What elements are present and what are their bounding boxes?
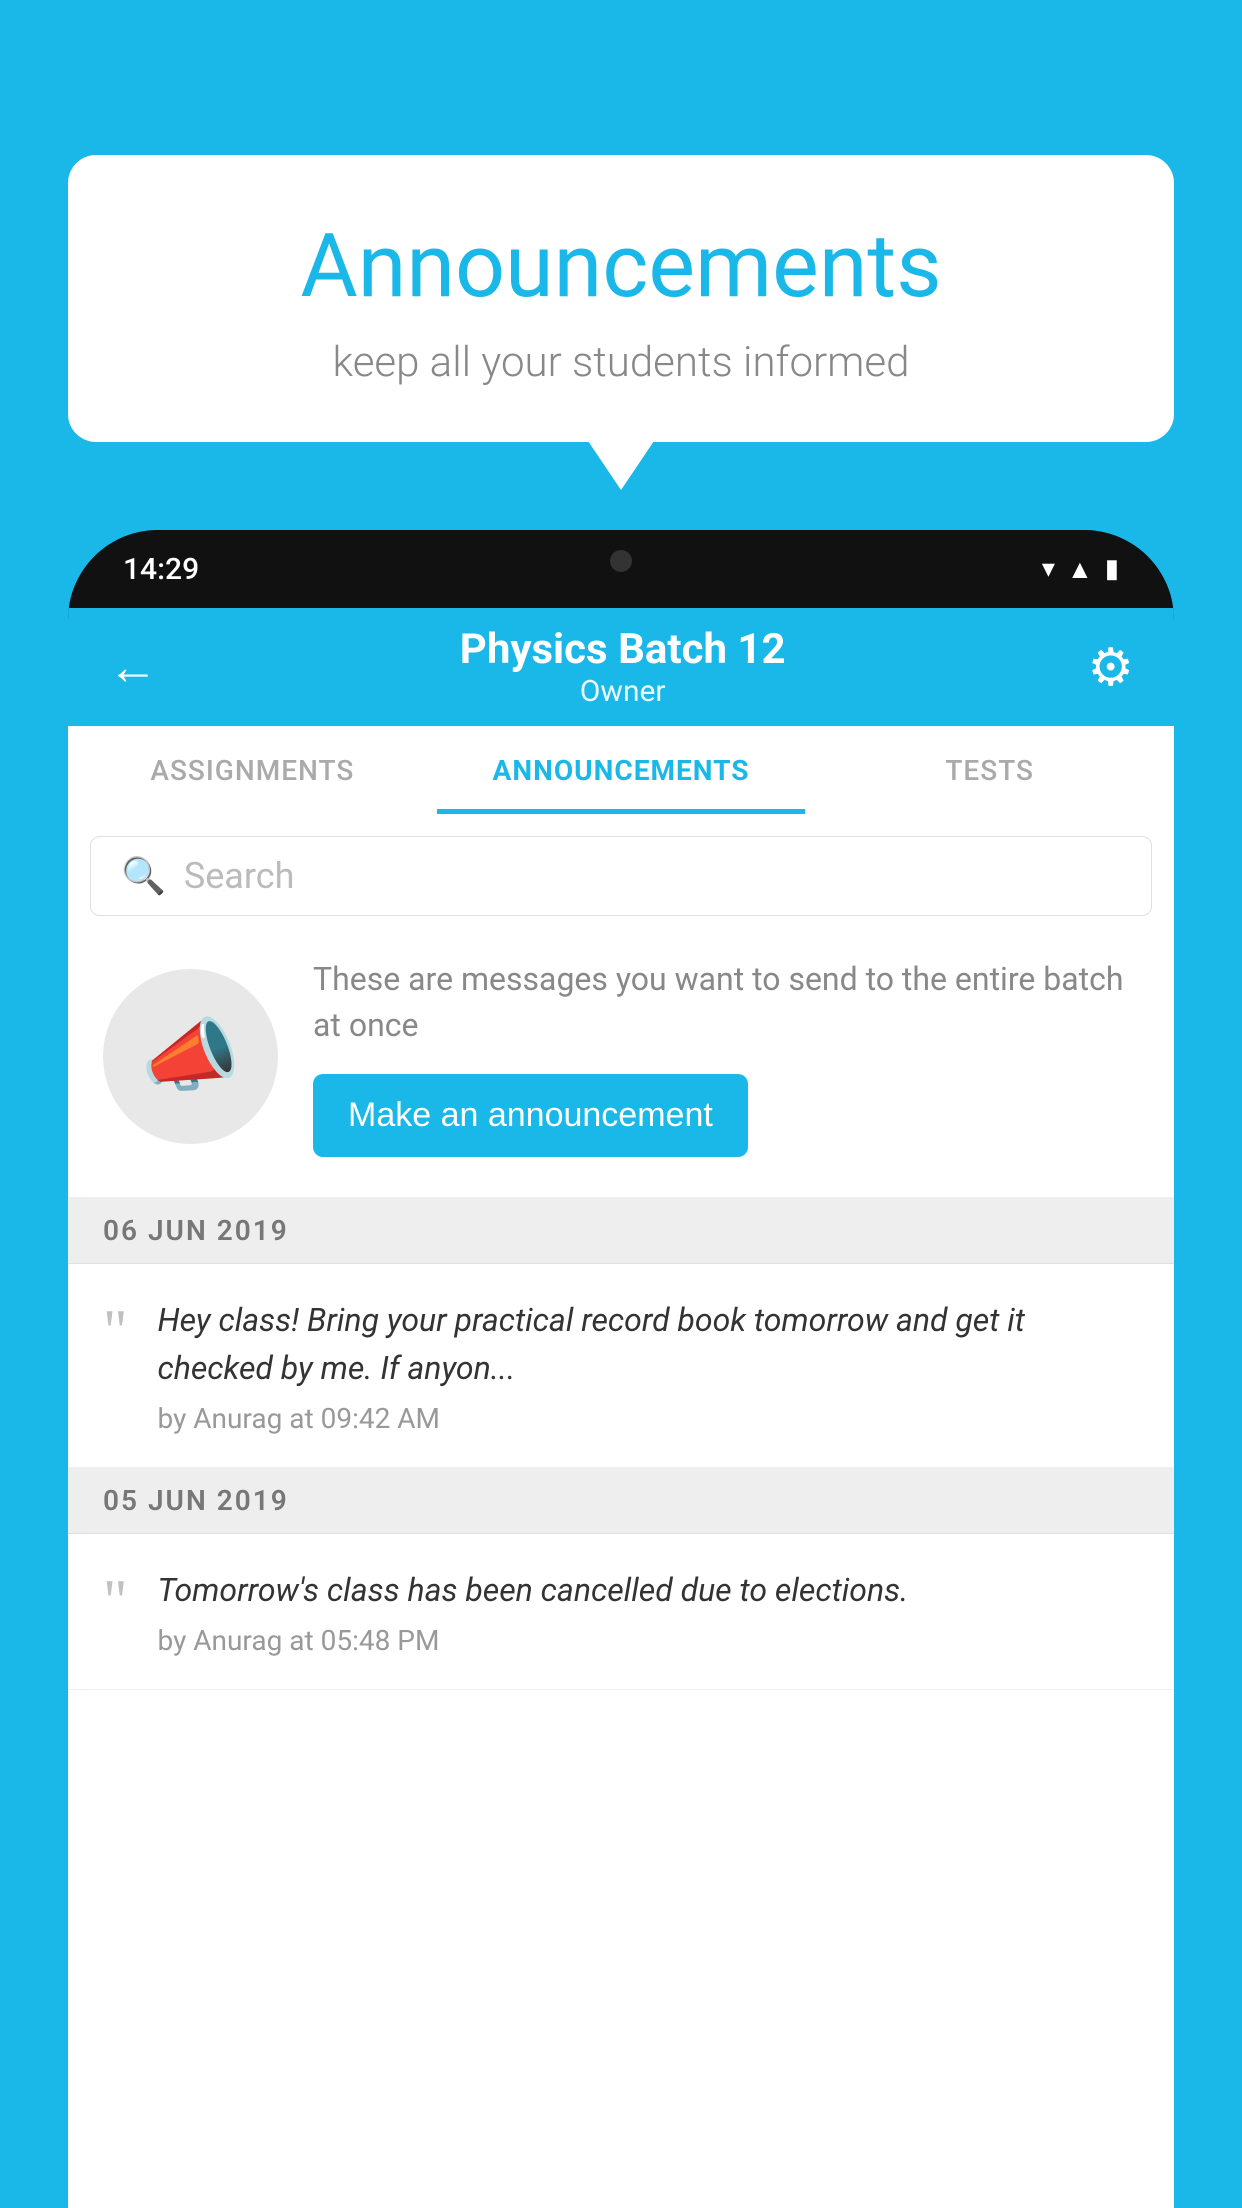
announcement-meta-2: by Anurag at 05:48 PM xyxy=(158,1624,1140,1657)
wifi-icon: ▾ xyxy=(1042,554,1055,584)
date-divider-2: 05 JUN 2019 xyxy=(68,1468,1174,1534)
battery-icon: ▮ xyxy=(1105,554,1119,584)
search-icon: 🔍 xyxy=(121,855,166,897)
bubble-subtitle: keep all your students informed xyxy=(148,338,1094,387)
status-time: 14:29 xyxy=(123,552,199,587)
settings-icon[interactable]: ⚙ xyxy=(1087,637,1134,698)
megaphone-icon: 📣 xyxy=(141,1009,241,1103)
search-bar[interactable]: 🔍 Search xyxy=(90,836,1152,916)
app-bar-subtitle: Owner xyxy=(460,674,786,709)
promo-block: 📣 These are messages you want to send to… xyxy=(68,916,1174,1198)
quote-icon-2: " xyxy=(103,1571,128,1631)
app-bar-title-block: Physics Batch 12 Owner xyxy=(460,625,786,709)
app-bar: ← Physics Batch 12 Owner ⚙ xyxy=(68,608,1174,726)
speech-bubble: Announcements keep all your students inf… xyxy=(68,155,1174,442)
signal-icon: ▲ xyxy=(1067,554,1093,585)
megaphone-icon-circle: 📣 xyxy=(103,969,278,1144)
speech-bubble-container: Announcements keep all your students inf… xyxy=(68,155,1174,442)
notch xyxy=(531,530,711,592)
content-area: 🔍 Search 📣 These are messages you want t… xyxy=(68,814,1174,2208)
announcement-meta-1: by Anurag at 09:42 AM xyxy=(158,1402,1140,1435)
search-input[interactable]: Search xyxy=(184,855,295,897)
back-button[interactable]: ← xyxy=(108,638,158,697)
promo-description: These are messages you want to send to t… xyxy=(313,956,1139,1049)
status-bar: 14:29 ▾ ▲ ▮ xyxy=(68,530,1174,608)
quote-icon-1: " xyxy=(103,1301,128,1361)
announcement-item-1[interactable]: " Hey class! Bring your practical record… xyxy=(68,1264,1174,1468)
bubble-title: Announcements xyxy=(148,215,1094,318)
announcement-text-2: Tomorrow's class has been cancelled due … xyxy=(158,1566,1140,1614)
make-announcement-button[interactable]: Make an announcement xyxy=(313,1074,748,1157)
announcement-item-2[interactable]: " Tomorrow's class has been cancelled du… xyxy=(68,1534,1174,1690)
announcement-content-1: Hey class! Bring your practical record b… xyxy=(158,1296,1140,1435)
tabs-bar: ASSIGNMENTS ANNOUNCEMENTS TESTS xyxy=(68,726,1174,814)
tab-assignments[interactable]: ASSIGNMENTS xyxy=(68,726,437,814)
promo-right: These are messages you want to send to t… xyxy=(313,956,1139,1157)
status-icons: ▾ ▲ ▮ xyxy=(1042,554,1119,585)
phone-frame: 14:29 ▾ ▲ ▮ ← Physics Batch 12 Owner ⚙ A… xyxy=(68,530,1174,2208)
tab-tests[interactable]: TESTS xyxy=(805,726,1174,814)
app-bar-title: Physics Batch 12 xyxy=(460,625,786,674)
camera xyxy=(610,550,632,572)
tab-announcements[interactable]: ANNOUNCEMENTS xyxy=(437,726,806,814)
announcement-text-1: Hey class! Bring your practical record b… xyxy=(158,1296,1140,1392)
announcement-content-2: Tomorrow's class has been cancelled due … xyxy=(158,1566,1140,1657)
date-divider-1: 06 JUN 2019 xyxy=(68,1198,1174,1264)
